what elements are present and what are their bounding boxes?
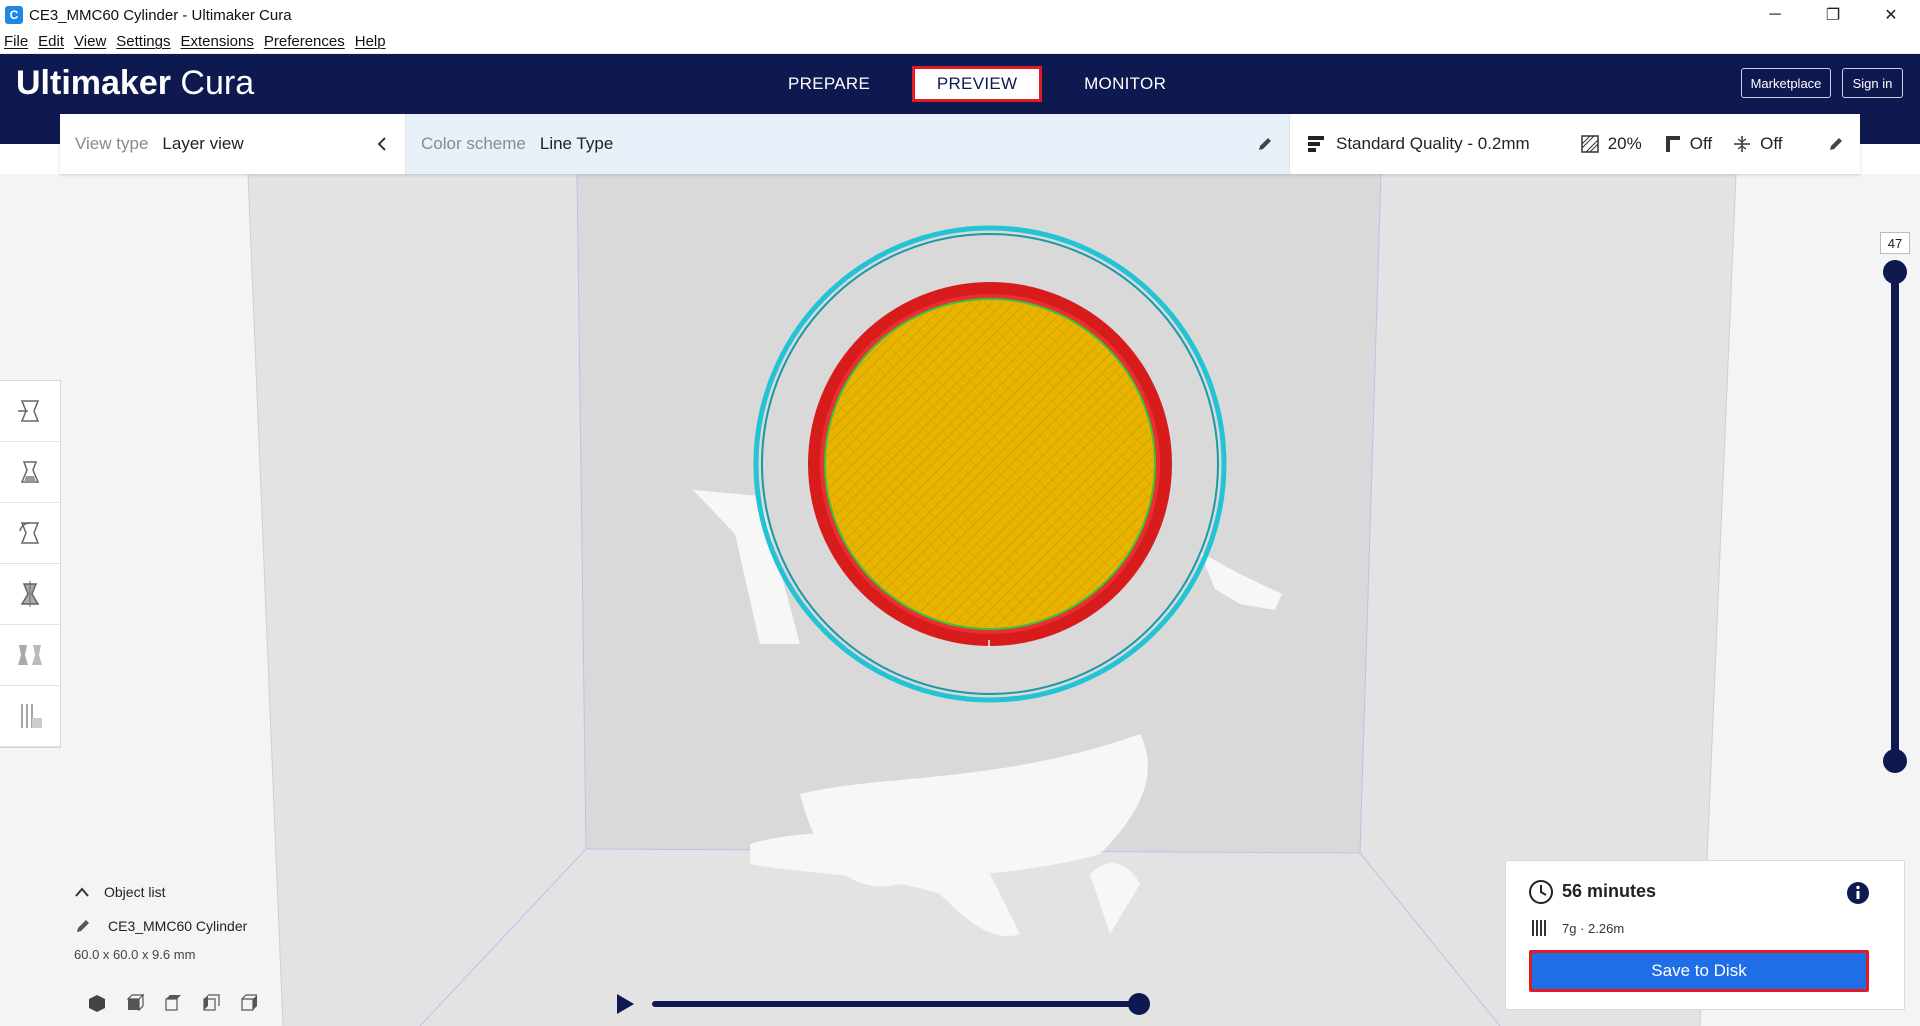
3d-viewport[interactable]: 47 Object list CE3_MMC60 Cylinder 60.0 x… [0, 174, 1920, 1026]
minimize-button[interactable]: ─ [1746, 0, 1804, 30]
tool-panel [0, 380, 61, 748]
cube-front-icon [126, 993, 145, 1012]
ultimaker-cura-logo: Ultimaker Cura [16, 64, 254, 103]
title-bar: C CE3_MMC60 Cylinder - Ultimaker Cura ─ … [0, 0, 1920, 30]
layer-slider-top-handle[interactable] [1883, 260, 1907, 284]
tab-prepare[interactable]: PREPARE [758, 66, 900, 102]
clock-icon [1529, 880, 1553, 904]
view-right-button[interactable] [230, 990, 268, 1016]
support-value: Off [1689, 134, 1713, 153]
object-list-item[interactable]: CE3_MMC60 Cylinder [74, 917, 374, 935]
color-scheme-selector[interactable]: Color scheme Line Type [406, 114, 1290, 174]
menu-preferences[interactable]: Preferences [264, 33, 345, 50]
camera-view-buttons [78, 990, 268, 1016]
save-to-disk-button[interactable]: Save to Disk [1529, 950, 1869, 992]
quality-profile-value: Standard Quality - 0.2mm [1336, 134, 1530, 153]
chevron-up-icon [75, 887, 89, 897]
logo-light: Cura [180, 64, 255, 102]
support-blocker-button[interactable] [0, 686, 60, 747]
pencil-icon [1259, 138, 1271, 150]
rotate-tool-button[interactable] [0, 503, 60, 564]
play-simulation-button[interactable] [614, 992, 636, 1021]
path-slider-track[interactable] [652, 1001, 1140, 1007]
view-type-label: View type [75, 134, 149, 153]
cube-top-icon [165, 995, 181, 1011]
path-slider-handle[interactable] [1128, 993, 1150, 1015]
support-blocker-icon [21, 704, 42, 728]
pencil-icon [1830, 138, 1842, 150]
chevron-left-icon [377, 137, 386, 151]
menu-file[interactable]: File [4, 33, 28, 50]
move-icon [18, 400, 40, 422]
per-model-settings-button[interactable] [0, 625, 60, 686]
adhesion-icon [1734, 136, 1751, 152]
logo-bold: Ultimaker [16, 64, 171, 102]
view-3d-button[interactable] [78, 990, 116, 1016]
play-icon [617, 994, 634, 1014]
menu-settings[interactable]: Settings [116, 33, 170, 50]
tab-monitor[interactable]: MONITOR [1054, 66, 1196, 102]
window-controls: ─ ❐ ✕ [1746, 0, 1920, 30]
window-title: CE3_MMC60 Cylinder - Ultimaker Cura [29, 6, 292, 24]
scale-icon [20, 461, 40, 483]
maximize-button[interactable]: ❐ [1804, 0, 1862, 30]
view-type-selector[interactable]: View type Layer view [60, 114, 406, 174]
print-time: 56 minutes [1562, 881, 1657, 901]
stage-tabs: PREPARE PREVIEW MONITOR [758, 66, 1208, 102]
support-icon [1665, 136, 1680, 152]
preview-toolbar: View type Layer view Color scheme Line T… [60, 114, 1860, 174]
info-icon[interactable] [1846, 881, 1870, 905]
filament-icon [1532, 920, 1546, 936]
menu-edit[interactable]: Edit [38, 33, 64, 50]
object-dimensions: 60.0 x 60.0 x 9.6 mm [74, 947, 196, 962]
cube-right-icon [241, 994, 257, 1011]
view-type-value: Layer view [162, 134, 244, 153]
material-estimate: 7g · 2.26m [1562, 921, 1625, 936]
menu-bar: File Edit View Settings Extensions Prefe… [0, 30, 1920, 54]
rotate-icon [19, 522, 40, 544]
menu-help[interactable]: Help [355, 33, 386, 50]
print-info-panel: 56 minutes 7g · 2.26m Save to Disk [1505, 860, 1905, 1010]
per-model-settings-icon [18, 645, 42, 665]
cura-app-icon: C [5, 6, 23, 24]
quality-profile-icon [1308, 136, 1324, 152]
infill-value: 20% [1607, 134, 1642, 153]
view-left-button[interactable] [192, 990, 230, 1016]
object-list-label: Object list [104, 884, 166, 900]
menu-view[interactable]: View [74, 33, 106, 50]
move-tool-button[interactable] [0, 381, 60, 442]
cube-3d-icon [89, 995, 105, 1012]
infill-pattern-cross [827, 301, 1153, 627]
cube-left-icon [203, 994, 220, 1011]
object-list-panel: Object list CE3_MMC60 Cylinder 60.0 x 60… [74, 884, 374, 962]
marketplace-button[interactable]: Marketplace [1741, 68, 1831, 98]
layer-slider-track[interactable] [1891, 272, 1899, 762]
color-scheme-label: Color scheme [421, 134, 526, 153]
view-top-button[interactable] [154, 990, 192, 1016]
scale-tool-button[interactable] [0, 442, 60, 503]
menu-extensions[interactable]: Extensions [180, 33, 253, 50]
sign-in-button[interactable]: Sign in [1842, 68, 1903, 98]
layer-slider-bottom-handle[interactable] [1883, 749, 1907, 773]
print-settings-selector[interactable]: Standard Quality - 0.2mm 20% Off Off [1290, 114, 1860, 174]
object-name: CE3_MMC60 Cylinder [108, 918, 248, 934]
close-button[interactable]: ✕ [1862, 0, 1920, 30]
color-scheme-value: Line Type [539, 134, 614, 153]
adhesion-value: Off [1760, 134, 1783, 153]
mirror-tool-button[interactable] [0, 564, 60, 625]
pencil-icon [77, 920, 89, 932]
tab-preview[interactable]: PREVIEW [912, 66, 1043, 102]
infill-icon [1580, 135, 1599, 153]
mirror-icon [20, 581, 40, 607]
layer-number-field[interactable]: 47 [1880, 232, 1910, 254]
view-front-button[interactable] [116, 990, 154, 1016]
object-list-header[interactable]: Object list [74, 884, 374, 900]
